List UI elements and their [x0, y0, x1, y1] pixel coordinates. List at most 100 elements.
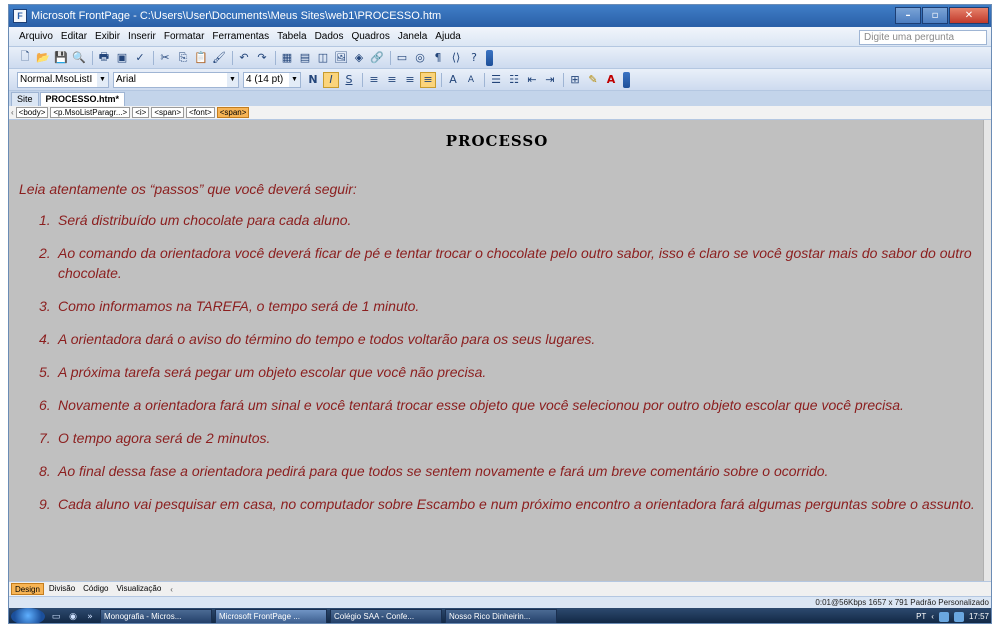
quicklaunch-more-icon[interactable]: » — [83, 611, 97, 623]
start-button[interactable] — [11, 608, 45, 623]
toolbar-options-icon[interactable] — [623, 71, 630, 88]
taskbar: ▭ ◉ » Monografia - Micros... Microsoft F… — [9, 608, 991, 623]
close-button[interactable]: ✕ — [949, 7, 989, 24]
network-icon[interactable] — [938, 611, 949, 622]
align-left-icon[interactable]: ≡ — [366, 72, 382, 88]
increase-font-icon[interactable]: A — [445, 72, 461, 88]
spelling-icon[interactable]: ✓ — [132, 50, 148, 66]
layer-icon[interactable]: ◫ — [315, 50, 331, 66]
tag-font[interactable]: <font> — [186, 107, 215, 118]
search-icon[interactable]: 🔍 — [71, 50, 87, 66]
step-number: 3. — [39, 298, 51, 314]
menu-arquivo[interactable]: Arquivo — [15, 31, 57, 42]
minimize-button[interactable]: – — [895, 7, 921, 24]
bold-button[interactable]: N — [305, 72, 321, 88]
font-size-value: 4 (14 pt) — [246, 73, 284, 85]
volume-icon[interactable] — [953, 611, 964, 622]
document-editor[interactable]: PROCESSO Leia atentamente os “passos” qu… — [9, 120, 985, 581]
chevron-left-icon[interactable]: ‹ — [11, 108, 14, 117]
underline-button[interactable]: S — [341, 72, 357, 88]
menu-tabela[interactable]: Tabela — [273, 31, 310, 42]
decrease-indent-icon[interactable]: ⇤ — [524, 72, 540, 88]
navigation-icon[interactable]: ◎ — [412, 50, 428, 66]
step-text: Como informamos na TAREFA, o tempo será … — [58, 298, 420, 314]
menu-dados[interactable]: Dados — [311, 31, 348, 42]
undo-icon[interactable]: ↶ — [236, 50, 252, 66]
menu-ferramentas[interactable]: Ferramentas — [208, 31, 273, 42]
italic-button[interactable]: I — [323, 71, 339, 88]
tag-span[interactable]: <span> — [151, 107, 185, 118]
align-center-icon[interactable]: ≡ — [384, 72, 400, 88]
align-right-icon[interactable]: ≡ — [402, 72, 418, 88]
menu-editar[interactable]: Editar — [57, 31, 91, 42]
tag-span-selected[interactable]: <span> — [216, 107, 250, 118]
style-select[interactable]: Normal.MsoListI ▼ — [17, 71, 109, 88]
new-page-icon[interactable]: 🗋 — [17, 50, 33, 66]
chevron-left-icon[interactable]: ‹ — [931, 612, 934, 621]
code-icon[interactable]: ⟨⟩ — [448, 50, 464, 66]
borders-icon[interactable]: ⊞ — [567, 72, 583, 88]
font-size-select[interactable]: 4 (14 pt) ▼ — [243, 71, 301, 88]
tab-site[interactable]: Site — [11, 92, 39, 106]
step-number: 6. — [39, 397, 51, 413]
paste-icon[interactable]: 📋 — [193, 50, 209, 66]
font-select[interactable]: Arial ▼ — [113, 71, 239, 88]
toolbar-separator — [153, 50, 154, 65]
vertical-scrollbar[interactable] — [983, 120, 991, 581]
print-icon[interactable]: 🖶 — [96, 50, 112, 66]
redo-icon[interactable]: ↷ — [254, 50, 270, 66]
preview-icon[interactable]: ▣ — [114, 50, 130, 66]
font-color-icon[interactable]: A — [603, 72, 619, 88]
taskbar-item-frontpage[interactable]: Microsoft FrontPage ... — [215, 609, 327, 623]
show-all-icon[interactable]: ¶ — [430, 50, 446, 66]
increase-indent-icon[interactable]: ⇥ — [542, 72, 558, 88]
hyperlink-icon[interactable]: 🔗 — [369, 50, 385, 66]
folder-list-icon[interactable]: ▭ — [394, 50, 410, 66]
taskbar-item-colegio[interactable]: Colégio SAA - Confe... — [330, 609, 442, 623]
decrease-font-icon[interactable]: A — [463, 72, 479, 88]
menu-formatar[interactable]: Formatar — [160, 31, 209, 42]
tag-italic[interactable]: <i> — [132, 107, 150, 118]
insert-picture-icon[interactable]: 🖼 — [333, 50, 349, 66]
menu-ajuda[interactable]: Ajuda — [431, 31, 465, 42]
show-desktop-icon[interactable]: ▭ — [49, 611, 63, 623]
menu-exibir[interactable]: Exibir — [91, 31, 124, 42]
taskbar-item-monografia[interactable]: Monografia - Micros... — [100, 609, 212, 623]
list-item: 6. Novamente a orientadora fará um sinal … — [39, 395, 979, 415]
save-icon[interactable]: 💾 — [53, 50, 69, 66]
highlight-icon[interactable]: ✎ — [585, 72, 601, 88]
scroll-left-icon[interactable]: ‹ — [170, 585, 173, 594]
cut-icon[interactable]: ✂ — [157, 50, 173, 66]
tag-body[interactable]: <body> — [15, 107, 49, 118]
taskbar-item-nosso-rico[interactable]: Nosso Rico Dinheirin... — [445, 609, 557, 623]
help-icon[interactable]: ? — [466, 50, 482, 66]
menu-janela[interactable]: Janela — [394, 31, 431, 42]
insert-table-icon[interactable]: ▤ — [297, 50, 313, 66]
window-controls: – ▫ ✕ — [895, 7, 989, 24]
open-icon[interactable]: 📂 — [35, 50, 51, 66]
ask-question-input[interactable]: Digite uma pergunta — [859, 30, 987, 45]
justify-icon[interactable]: ≡ — [420, 71, 436, 88]
format-painter-icon[interactable]: 🖌 — [211, 50, 227, 66]
clock[interactable]: 17:57 — [969, 612, 989, 621]
copy-icon[interactable]: ⎘ — [175, 50, 191, 66]
list-item: 7. O tempo agora será de 2 minutos. — [39, 428, 979, 448]
tab-split[interactable]: Divisão — [46, 583, 78, 595]
numbering-icon[interactable]: ☰ — [488, 72, 504, 88]
browser-icon[interactable]: ◉ — [66, 611, 80, 623]
drawing-icon[interactable]: ◈ — [351, 50, 367, 66]
menu-inserir[interactable]: Inserir — [124, 31, 160, 42]
title-bar[interactable]: F Microsoft FrontPage - C:\Users\User\Do… — [9, 5, 991, 27]
maximize-button[interactable]: ▫ — [922, 7, 948, 24]
menu-quadros[interactable]: Quadros — [347, 31, 393, 42]
tab-code[interactable]: Código — [80, 583, 111, 595]
tag-paragraph[interactable]: <p.MsoListParagr...> — [50, 107, 131, 118]
toolbar-options-icon[interactable] — [486, 49, 493, 66]
tab-design[interactable]: Design — [11, 583, 44, 595]
web-component-icon[interactable]: ▦ — [279, 50, 295, 66]
bullets-icon[interactable]: ☷ — [506, 72, 522, 88]
chevron-down-icon: ▼ — [97, 72, 108, 87]
tab-document[interactable]: PROCESSO.htm* — [39, 92, 126, 106]
language-indicator[interactable]: PT — [916, 612, 926, 621]
tab-preview[interactable]: Visualização — [114, 583, 165, 595]
